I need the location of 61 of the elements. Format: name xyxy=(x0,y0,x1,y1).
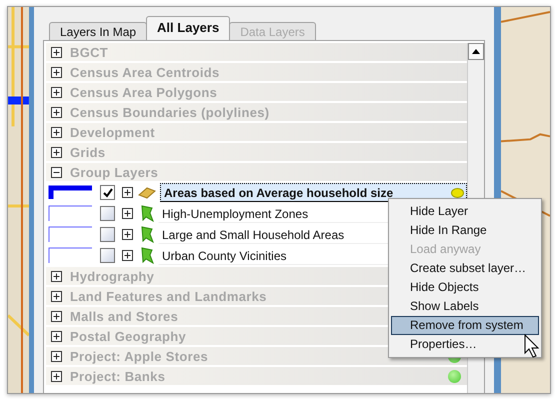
cursor-icon xyxy=(524,334,540,358)
layer-group-row[interactable]: Grids xyxy=(46,143,467,161)
layer-group-name: Development xyxy=(70,124,155,140)
line-style-icon xyxy=(48,205,94,222)
expand-icon[interactable] xyxy=(51,46,62,58)
diamond-icon xyxy=(138,186,156,200)
tab[interactable]: Layers In Map xyxy=(49,22,148,40)
expand-icon[interactable] xyxy=(51,66,62,78)
layer-group-name: Postal Geography xyxy=(70,328,186,344)
layer-group-name: BGCT xyxy=(70,44,108,60)
checkbox[interactable] xyxy=(100,185,115,200)
expand-icon[interactable] xyxy=(51,290,62,302)
checkbox[interactable] xyxy=(100,248,115,263)
layer-group-row[interactable]: Census Boundaries (polylines) xyxy=(46,103,467,121)
arrow-icon xyxy=(140,205,154,222)
layer-group-row[interactable]: Census Area Polygons xyxy=(46,83,467,101)
expand-icon[interactable] xyxy=(122,229,133,240)
scroll-up-button[interactable] xyxy=(468,43,484,60)
layer-group-name: Hydrography xyxy=(70,268,154,284)
layer-group-row[interactable]: BGCT xyxy=(46,43,467,61)
arrow-icon xyxy=(140,247,154,264)
expand-icon[interactable] xyxy=(51,270,62,282)
menu-item[interactable]: Hide In Range xyxy=(391,221,539,240)
collapse-icon[interactable] xyxy=(51,166,62,178)
layer-group-row[interactable]: Project: Banks xyxy=(46,367,467,385)
expand-icon[interactable] xyxy=(51,86,62,98)
line-style-icon xyxy=(48,184,94,201)
line-style-icon xyxy=(48,247,94,264)
tab[interactable]: All Layers xyxy=(146,16,230,40)
layer-group-name: Malls and Stores xyxy=(70,308,178,324)
layer-name[interactable]: Large and Small Household Areas xyxy=(162,228,344,242)
expand-icon[interactable] xyxy=(122,208,133,219)
expand-icon[interactable] xyxy=(51,106,62,118)
layer-group-row[interactable]: Census Area Centroids xyxy=(46,63,467,81)
expand-icon[interactable] xyxy=(51,350,62,362)
layer-group-name: Group Layers xyxy=(70,164,158,180)
layer-group-name: Project: Banks xyxy=(70,368,166,384)
expand-icon[interactable] xyxy=(51,370,62,382)
expand-icon[interactable] xyxy=(122,250,133,261)
expand-icon[interactable] xyxy=(51,310,62,322)
layer-group-name: Census Area Centroids xyxy=(70,64,220,80)
expand-icon[interactable] xyxy=(122,187,133,198)
arrow-icon xyxy=(140,226,154,243)
expand-icon[interactable] xyxy=(51,146,62,158)
menu-item[interactable]: Hide Layer xyxy=(391,202,539,221)
layer-name[interactable]: High-Unemployment Zones xyxy=(162,206,308,220)
layer-name[interactable]: Urban County Vicinities xyxy=(162,248,287,262)
menu-item[interactable]: Remove from system xyxy=(391,316,539,335)
line-style-icon xyxy=(48,226,94,243)
layer-group-name: Census Boundaries (polylines) xyxy=(70,104,270,120)
expand-icon[interactable] xyxy=(51,126,62,138)
layer-group-name: Census Area Polygons xyxy=(70,84,218,100)
layer-group-row[interactable]: Development xyxy=(46,123,467,141)
layer-group-name: Grids xyxy=(70,144,106,160)
checkbox[interactable] xyxy=(100,227,115,242)
up-triangle-icon xyxy=(472,49,480,54)
expand-icon[interactable] xyxy=(51,330,62,342)
layer-group-name: Land Features and Landmarks xyxy=(70,288,267,304)
layer-group-row[interactable]: Group Layers xyxy=(46,163,467,181)
layer-group-name: Project: Apple Stores xyxy=(70,348,208,364)
checkbox[interactable] xyxy=(100,206,115,221)
